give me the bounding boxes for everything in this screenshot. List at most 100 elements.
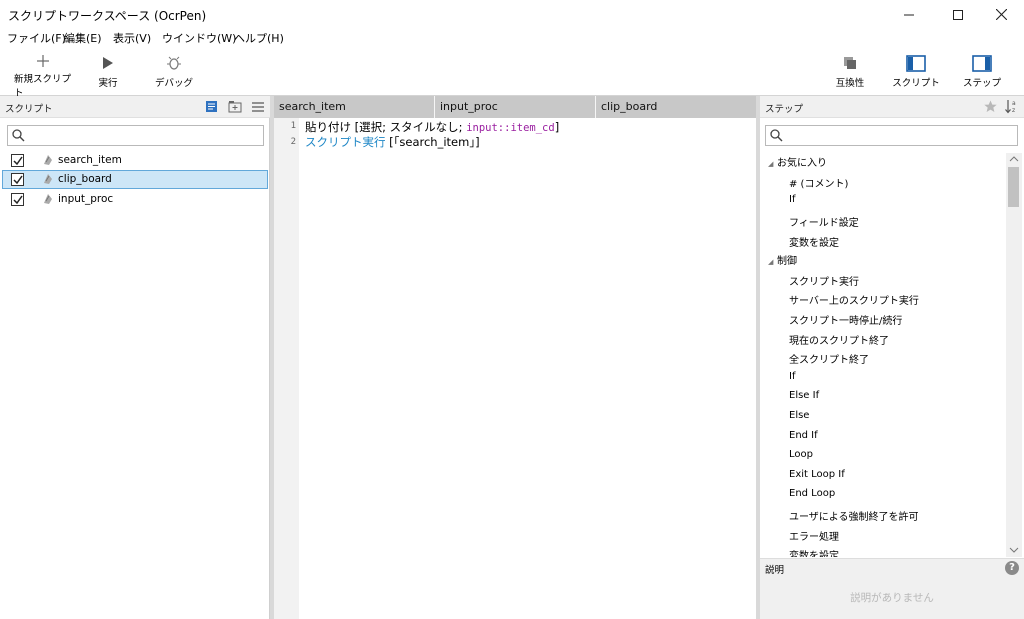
tab-search-item[interactable]: search_item — [274, 96, 435, 118]
title-bar: スクリプトワークスペース (OcrPen) — [0, 0, 1024, 29]
script-item-clip-board[interactable]: clip_board — [2, 170, 268, 189]
scroll-up-icon — [1009, 156, 1019, 162]
steps-search-input[interactable] — [786, 128, 1013, 143]
script-enabled-checkbox[interactable] — [11, 193, 24, 206]
step-item[interactable]: End Loop — [789, 488, 835, 499]
steps-panel: ステップ az ◢ お気に入り # (コメント) If フィールド設定 変数を設定… — [760, 96, 1024, 619]
step-item[interactable]: Loop — [789, 449, 813, 460]
new-script-label: 新規スクリプト — [14, 74, 72, 99]
script-item-input-proc[interactable]: input_proc — [2, 190, 268, 209]
line-number-gutter: 1 2 — [274, 118, 299, 619]
list-menu-icon[interactable] — [251, 101, 265, 116]
scrollbar-thumb[interactable] — [1008, 167, 1019, 207]
menu-file[interactable]: ファイル(F) — [7, 30, 66, 46]
step-item[interactable]: Exit Loop If — [789, 469, 845, 480]
close-icon — [995, 9, 1007, 20]
script-item-search-item[interactable]: search_item — [2, 151, 268, 170]
tab-input-proc[interactable]: input_proc — [435, 96, 596, 118]
maximize-icon — [953, 9, 963, 20]
scroll-down-icon — [1009, 547, 1019, 553]
script-item-label: search_item — [58, 154, 122, 166]
tab-clip-board[interactable]: clip_board — [596, 96, 756, 118]
collapse-triangle-icon: ◢ — [768, 160, 774, 168]
steps-pane-label: ステップ — [962, 78, 1001, 89]
code-field-ref: input::item_cd — [466, 122, 555, 134]
debug-button[interactable]: デバッグ — [152, 54, 196, 92]
compatibility-label: 互換性 — [835, 78, 865, 89]
search-icon — [12, 129, 25, 145]
new-script-small-icon[interactable] — [205, 100, 218, 116]
step-item[interactable]: 変数を設定 — [789, 234, 839, 249]
steps-panel-title: ステップ — [765, 104, 804, 115]
plus-icon — [36, 54, 50, 68]
step-item[interactable]: エラー処理 — [789, 528, 839, 543]
script-editor: search_item input_proc clip_board 1 2 貼り… — [274, 96, 756, 619]
scripts-search-input[interactable] — [28, 128, 259, 143]
code-text: 貼り付け [選択; スタイルなし; — [305, 120, 467, 134]
left-pane-icon — [906, 54, 926, 72]
description-title: 説明 — [765, 565, 785, 576]
scripts-panel: スクリプト search_item clip_board input_proc — [0, 96, 270, 619]
svg-text:z: z — [1012, 107, 1015, 114]
scripts-pane-label: スクリプト — [892, 78, 940, 89]
step-item[interactable]: ユーザによる強制終了を許可 — [789, 508, 919, 523]
script-icon — [42, 193, 54, 208]
step-item[interactable]: If — [789, 371, 795, 382]
run-button[interactable]: 実行 — [88, 54, 128, 92]
step-item[interactable]: フィールド設定 — [789, 214, 859, 229]
sort-az-icon[interactable]: az — [1005, 99, 1019, 117]
maximize-button[interactable] — [935, 0, 981, 29]
menu-view[interactable]: 表示(V) — [113, 30, 151, 46]
category-control[interactable]: ◢ 制御 — [768, 252, 797, 270]
menu-help[interactable]: ヘルプ(H) — [234, 30, 284, 46]
step-item[interactable]: # (コメント) — [789, 175, 848, 190]
menu-window[interactable]: ウインドウ(W) — [162, 30, 236, 46]
bug-icon — [167, 54, 181, 72]
collapse-triangle-icon: ◢ — [768, 258, 774, 266]
line-number: 1 — [290, 121, 296, 131]
script-item-label: input_proc — [58, 193, 114, 205]
new-folder-icon[interactable] — [228, 100, 242, 116]
step-item[interactable]: スクリプト一時停止/続行 — [789, 312, 902, 327]
code-line-1[interactable]: 貼り付け [選択; スタイルなし; input::item_cd] — [305, 119, 559, 135]
step-item[interactable]: スクリプト実行 — [789, 273, 859, 288]
minimize-button[interactable] — [886, 0, 932, 29]
category-favorites[interactable]: ◢ お気に入り — [768, 154, 827, 172]
step-item[interactable]: If — [789, 194, 795, 205]
close-button[interactable] — [978, 0, 1024, 29]
step-item[interactable]: Else If — [789, 390, 819, 401]
new-script-button[interactable]: 新規スクリプト — [14, 54, 72, 99]
scripts-search-box[interactable] — [7, 125, 264, 146]
description-header: 説明 ? — [760, 558, 1024, 577]
toggle-scripts-pane-button[interactable]: スクリプト — [892, 54, 940, 92]
steps-scrollbar[interactable] — [1006, 153, 1022, 557]
step-item[interactable]: 現在のスクリプト終了 — [789, 332, 889, 347]
step-item[interactable]: Else — [789, 410, 809, 421]
step-item[interactable]: 変数を設定 — [789, 547, 839, 557]
script-item-label: clip_board — [58, 173, 112, 185]
category-label: お気に入り — [777, 158, 827, 169]
compatibility-button[interactable]: 互換性 — [830, 54, 870, 92]
script-icon — [42, 154, 54, 169]
right-pane-icon — [972, 54, 992, 72]
description-body: 説明がありません — [760, 577, 1024, 619]
menu-edit[interactable]: 編集(E) — [64, 30, 102, 46]
help-icon[interactable]: ? — [1005, 561, 1019, 575]
category-label: 制御 — [777, 256, 797, 267]
description-empty-text: 説明がありません — [850, 592, 934, 604]
search-icon — [770, 129, 783, 145]
steps-search-box[interactable] — [765, 125, 1018, 146]
step-item[interactable]: End If — [789, 430, 818, 441]
step-item[interactable]: サーバー上のスクリプト実行 — [789, 292, 919, 307]
compatibility-icon — [843, 54, 857, 72]
editor-tabs: search_item input_proc clip_board — [274, 96, 756, 118]
toolbar: 新規スクリプト 実行 デバッグ 互換性 スクリプト ステップ — [0, 46, 1024, 99]
step-item[interactable]: 全スクリプト終了 — [789, 351, 869, 366]
script-enabled-checkbox[interactable] — [11, 154, 24, 167]
code-line-2[interactable]: スクリプト実行 [「search_item」] — [305, 134, 480, 150]
toggle-steps-pane-button[interactable]: ステップ — [960, 54, 1004, 92]
play-icon — [102, 54, 114, 72]
script-enabled-checkbox[interactable] — [11, 173, 24, 186]
scripts-panel-header: スクリプト — [0, 96, 270, 118]
star-icon[interactable] — [984, 100, 997, 116]
